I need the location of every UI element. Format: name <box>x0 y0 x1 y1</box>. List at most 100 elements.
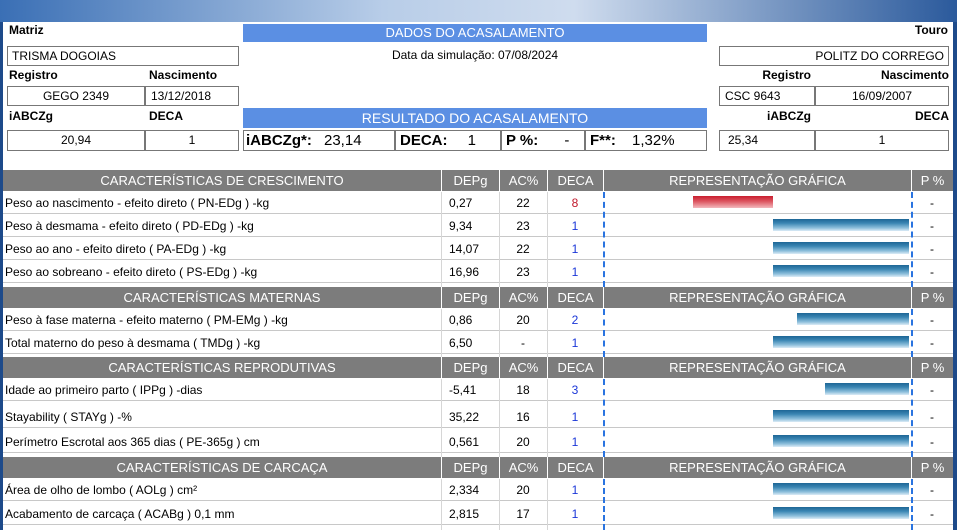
trait-deca: 1 <box>571 410 579 424</box>
trait-label: Stayability ( STAYg ) -% <box>5 410 132 424</box>
report-sheet: Matriz DADOS DO ACASALAMENTO Touro TRISM… <box>3 22 953 530</box>
graph-bar <box>773 483 909 495</box>
trait-deca: 1 <box>571 435 579 449</box>
column-divider <box>499 192 500 287</box>
graph-bar <box>825 383 909 395</box>
column-divider <box>441 479 442 530</box>
graph-bar-negative <box>693 196 773 208</box>
graph-right-guide <box>911 192 913 287</box>
column-divider <box>441 192 442 287</box>
trait-ac: 20 <box>516 483 530 497</box>
trait-label: Peso ao nascimento - efeito direto ( PN-… <box>5 196 270 210</box>
trait-label: Peso ao ano - efeito direto ( PA-EDg ) -… <box>5 242 227 256</box>
trait-ac: 20 <box>516 313 530 327</box>
graph-bar <box>773 242 909 254</box>
graph-bar <box>797 313 909 325</box>
trait-label: Perímetro Escrotal aos 365 dias ( PE-365… <box>5 435 260 449</box>
col-header-representacao: REPRESENTAÇÃO GRÁFICA <box>603 287 911 308</box>
trait-ac: 18 <box>516 383 530 397</box>
graph-right-guide <box>911 379 913 457</box>
graph-bar <box>773 336 909 348</box>
trait-depg: 14,07 <box>449 242 480 256</box>
trait-label: Acabamento de carcaça ( ACABg ) 0,1 mm <box>5 507 235 521</box>
row-divider <box>3 353 953 354</box>
trait-label: Total materno do peso à desmama ( TMDg )… <box>5 336 261 350</box>
graph-left-guide <box>603 192 605 287</box>
row-divider <box>3 500 953 501</box>
trait-p: - <box>930 336 934 350</box>
trait-ac: 23 <box>516 219 530 233</box>
trait-ac: 17 <box>516 507 530 521</box>
column-divider <box>441 309 442 357</box>
col-header-p: P % <box>911 287 953 308</box>
trait-depg: 0,561 <box>449 435 480 449</box>
graph-left-guide <box>603 479 605 530</box>
section-title: CARACTERÍSTICAS REPRODUTIVAS <box>3 357 441 378</box>
row-divider <box>3 524 953 525</box>
trait-deca: 1 <box>571 265 579 279</box>
row-divider <box>3 330 953 331</box>
trait-deca: 8 <box>571 196 579 210</box>
trait-deca: 2 <box>571 313 579 327</box>
trait-label: Peso à desmama - efeito direto ( PD-EDg … <box>5 219 254 233</box>
trait-deca: 1 <box>571 483 579 497</box>
col-header-depg: DEPg <box>441 457 499 478</box>
graph-bar <box>773 410 909 422</box>
row-divider <box>3 427 953 428</box>
trait-depg: 2,334 <box>449 483 480 497</box>
column-divider <box>547 192 548 287</box>
col-header-representacao: REPRESENTAÇÃO GRÁFICA <box>603 170 911 191</box>
col-header-deca: DECA <box>547 287 603 308</box>
trait-p: - <box>930 383 934 397</box>
trait-deca: 1 <box>571 219 579 233</box>
col-header-p: P % <box>911 357 953 378</box>
trait-ac: 22 <box>516 242 530 256</box>
row-divider <box>3 282 953 283</box>
trait-deca: 3 <box>571 383 579 397</box>
trait-label: Peso ao sobreano - efeito direto ( PS-ED… <box>5 265 258 279</box>
column-divider <box>547 379 548 457</box>
trait-p: - <box>930 265 934 279</box>
trait-depg: 9,34 <box>449 219 473 233</box>
col-header-p: P % <box>911 457 953 478</box>
row-divider <box>3 236 953 237</box>
trait-deca: 1 <box>571 507 579 521</box>
col-header-deca: DECA <box>547 170 603 191</box>
col-header-ac: AC% <box>499 357 547 378</box>
trait-p: - <box>930 435 934 449</box>
col-header-depg: DEPg <box>441 287 499 308</box>
col-header-ac: AC% <box>499 170 547 191</box>
trait-p: - <box>930 507 934 521</box>
window-top-bar <box>0 0 957 22</box>
section-title: CARACTERÍSTICAS DE CRESCIMENTO <box>3 170 441 191</box>
col-header-depg: DEPg <box>441 170 499 191</box>
trait-depg: 35,22 <box>449 410 480 424</box>
trait-deca: 1 <box>571 242 579 256</box>
trait-ac: 22 <box>516 196 530 210</box>
graph-left-guide <box>603 379 605 457</box>
trait-p: - <box>930 410 934 424</box>
trait-label: Idade ao primeiro parto ( IPPg ) -dias <box>5 383 203 397</box>
graph-bar <box>773 265 909 277</box>
col-header-representacao: REPRESENTAÇÃO GRÁFICA <box>603 357 911 378</box>
trait-depg: -5,41 <box>449 383 477 397</box>
graph-right-guide <box>911 479 913 530</box>
graph-right-guide <box>911 309 913 357</box>
trait-ac: - <box>521 336 525 350</box>
trait-ac: 23 <box>516 265 530 279</box>
trait-depg: 6,50 <box>449 336 473 350</box>
col-header-depg: DEPg <box>441 357 499 378</box>
col-header-ac: AC% <box>499 287 547 308</box>
section-title: CARACTERÍSTICAS MATERNAS <box>3 287 441 308</box>
section-title: CARACTERÍSTICAS DE CARCAÇA <box>3 457 441 478</box>
trait-deca: 1 <box>571 336 579 350</box>
row-divider <box>3 400 953 401</box>
trait-depg: 2,815 <box>449 507 480 521</box>
trait-depg: 0,27 <box>449 196 473 210</box>
graph-bar <box>773 507 909 519</box>
trait-ac: 16 <box>516 410 530 424</box>
graph-bar <box>773 435 909 447</box>
column-divider <box>441 379 442 457</box>
graph-left-guide <box>603 309 605 357</box>
trait-depg: 0,86 <box>449 313 473 327</box>
